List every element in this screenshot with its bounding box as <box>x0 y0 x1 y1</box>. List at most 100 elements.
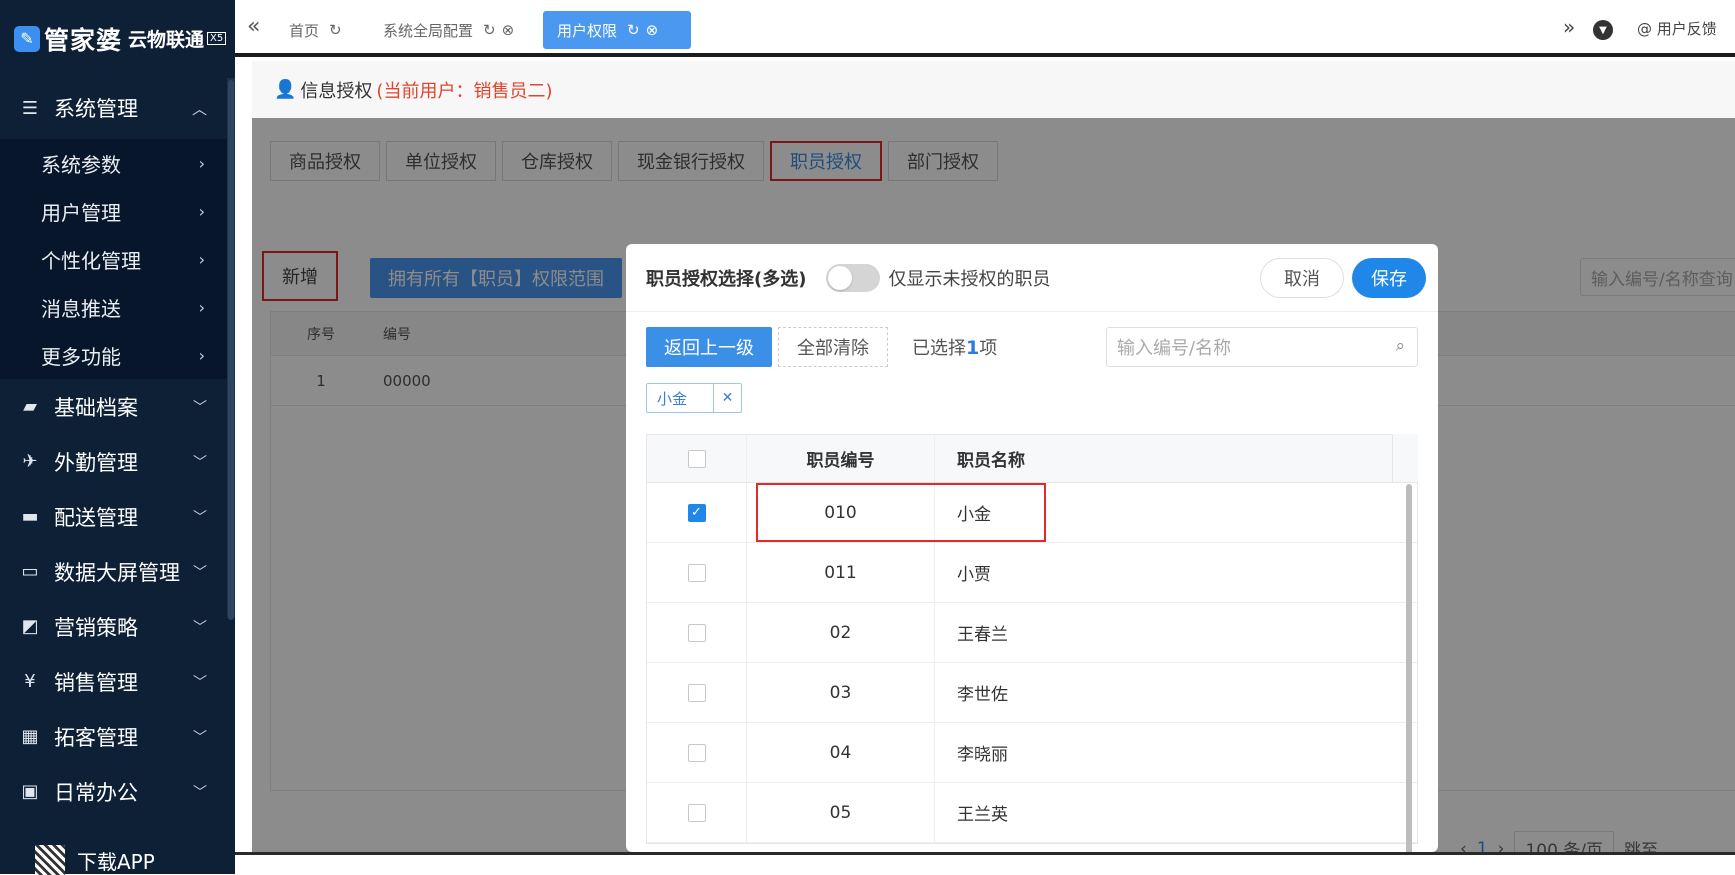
table-scrollbar[interactable] <box>1406 484 1412 852</box>
cell-name: 李世佐 <box>957 685 1008 705</box>
user-icon: 👤 <box>274 79 297 100</box>
tab-label: 系统全局配置 <box>383 21 474 40</box>
table-row[interactable]: 05 王兰英 <box>647 783 1417 843</box>
table-header: 职员编号 职员名称 <box>647 435 1417 483</box>
highlight-box <box>756 483 1046 542</box>
column-header-code: 职员编号 <box>747 435 935 482</box>
nav-group-data-screen[interactable]: ▭ 数据大屏管理 ﹀ <box>0 544 235 599</box>
tab-home[interactable]: 首页 ↻ <box>275 11 356 49</box>
nav-group-marketing[interactable]: ◩ 营销策略 ﹀ <box>0 599 235 654</box>
modal-title: 职员授权选择(多选) <box>646 268 807 290</box>
sidebar: ✎ 管家婆 云物联通 X5 ☰ 系统管理 ︿ 系统参数 › 用户管理 › 个性化管理… <box>0 0 235 875</box>
select-all-checkbox[interactable] <box>687 449 706 468</box>
row-checkbox[interactable]: ✓ <box>687 503 706 522</box>
checkbox-cell <box>647 543 747 602</box>
sidebar-item-label: 更多功能 <box>41 344 121 369</box>
refresh-icon[interactable]: ↻ <box>329 21 342 39</box>
bottom-strip <box>235 852 1735 874</box>
dropdown-icon[interactable]: ▼ <box>1593 20 1613 40</box>
row-checkbox[interactable] <box>687 743 706 762</box>
sidebar-item-label: 个性化管理 <box>41 248 141 273</box>
selected-count: 已选择1项 <box>912 334 997 360</box>
table-row[interactable]: 011 小贾 <box>647 543 1417 603</box>
current-user-label: (当前用户：销售员二) <box>376 80 553 102</box>
clear-all-button[interactable]: 全部清除 <box>778 327 888 367</box>
nav-group-daily-office[interactable]: ▣ 日常办公 ﹀ <box>0 764 235 819</box>
nav-group-label: 系统管理 <box>54 97 138 121</box>
nav-group-basic-archives[interactable]: ▰ 基础档案 ﹀ <box>0 379 235 434</box>
row-checkbox[interactable] <box>687 563 706 582</box>
double-chevron-right-icon[interactable]: » <box>1563 15 1575 39</box>
tab-global-config[interactable]: 系统全局配置 ↻ ⊗ <box>369 11 528 49</box>
checkbox-cell: ✓ <box>647 483 747 542</box>
row-checkbox[interactable] <box>687 803 706 822</box>
sidebar-item-personalization[interactable]: 个性化管理 › <box>0 235 235 283</box>
tab-user-permissions[interactable]: 用户权限 ↻ ⊗ <box>543 11 691 49</box>
unauthorized-only-toggle[interactable] <box>826 263 881 292</box>
feedback-link[interactable]: @ 用户反馈 <box>1637 18 1717 39</box>
cell-name: 王春兰 <box>957 625 1008 645</box>
sidebar-item-label: 用户管理 <box>41 200 121 225</box>
nav-group-sales[interactable]: ¥ 销售管理 ﹀ <box>0 654 235 709</box>
table-row[interactable]: 04 李晓丽 <box>647 723 1417 783</box>
refresh-icon[interactable]: ↻ <box>627 21 640 39</box>
sidebar-item-system-params[interactable]: 系统参数 › <box>0 139 235 187</box>
page-title: 信息授权 <box>300 80 373 102</box>
row-checkbox[interactable] <box>687 623 706 642</box>
employee-auth-modal: 职员授权选择(多选) 仅显示未授权的职员 取消 保存 返回上一级 全部清除 已选… <box>626 244 1438 852</box>
cell-code: 03 <box>747 663 935 722</box>
cell-code: 05 <box>747 783 935 842</box>
double-chevron-left-icon[interactable]: « <box>247 14 260 39</box>
nav-group-system-management[interactable]: ☰ 系统管理 ︿ <box>0 77 235 139</box>
close-icon[interactable]: ⊗ <box>502 21 515 39</box>
modal-search-input[interactable]: 输入编号/名称 ⌕ <box>1106 327 1418 367</box>
modal-toolbar: 返回上一级 全部清除 已选择1项 <box>646 327 997 367</box>
nav-group-field-management[interactable]: ✈ 外勤管理 ﹀ <box>0 434 235 489</box>
sidebar-item-more-features[interactable]: 更多功能 › <box>0 331 235 379</box>
nav-group-label: 外勤管理 <box>54 450 138 475</box>
chip-label: 小金 <box>657 389 688 408</box>
top-tab-bar: « 首页 ↻ 系统全局配置 ↻ ⊗ 用户权限 ↻ ⊗ » ▼ @ 用户反馈 <box>235 0 1735 57</box>
nav-group-label: 日常办公 <box>54 780 138 805</box>
checkbox-cell <box>647 723 747 782</box>
nav-group-delivery-management[interactable]: ▬ 配送管理 ﹀ <box>0 489 235 544</box>
tab-label: 用户权限 <box>557 21 618 40</box>
back-button[interactable]: 返回上一级 <box>646 327 772 367</box>
share-icon: ◩ <box>21 616 39 637</box>
table-row[interactable]: 03 李世佐 <box>647 663 1417 723</box>
sidebar-item-user-management[interactable]: 用户管理 › <box>0 187 235 235</box>
toggle-label: 仅显示未授权的职员 <box>888 268 1051 290</box>
briefcase-icon: ▣ <box>21 781 39 802</box>
logo: ✎ 管家婆 云物联通 X5 <box>0 0 235 77</box>
chevron-down-icon: ﹀ <box>193 784 207 801</box>
chevron-right-icon: › <box>198 249 205 269</box>
nav-group-customer-acquisition[interactable]: ▦ 拓客管理 ﹀ <box>0 709 235 764</box>
download-app-link[interactable]: 下载APP <box>35 845 155 875</box>
close-icon[interactable]: ⊗ <box>646 21 659 39</box>
chip-close-icon[interactable]: ✕ <box>713 384 741 412</box>
download-app-label: 下载APP <box>77 849 155 874</box>
table-row[interactable]: 02 王春兰 <box>647 603 1417 663</box>
chevron-down-icon: ﹀ <box>193 509 207 526</box>
nav-group-label: 营销策略 <box>54 615 138 640</box>
chevron-down-icon: ﹀ <box>193 454 207 471</box>
chevron-right-icon: › <box>198 297 205 317</box>
folder-icon: ▰ <box>23 396 37 417</box>
yen-icon: ¥ <box>24 671 36 692</box>
modal-header: 职员授权选择(多选) 仅显示未授权的职员 取消 保存 <box>626 244 1438 312</box>
sidebar-item-message-push[interactable]: 消息推送 › <box>0 283 235 331</box>
cancel-button[interactable]: 取消 <box>1260 258 1344 298</box>
cell-code: 011 <box>747 543 935 602</box>
cell-name: 王兰英 <box>957 805 1008 825</box>
save-button[interactable]: 保存 <box>1352 258 1426 298</box>
row-checkbox[interactable] <box>687 683 706 702</box>
sidebar-scrollbar[interactable] <box>228 80 234 620</box>
checkbox-cell <box>647 663 747 722</box>
refresh-icon[interactable]: ↻ <box>483 21 496 39</box>
nav-group-label: 数据大屏管理 <box>54 560 180 585</box>
selected-chip: 小金 ✕ <box>646 383 742 413</box>
chevron-down-icon: ﹀ <box>193 564 207 581</box>
search-icon[interactable]: ⌕ <box>1395 336 1405 356</box>
truck-icon: ▬ <box>21 506 39 527</box>
plane-icon: ✈ <box>22 451 38 472</box>
